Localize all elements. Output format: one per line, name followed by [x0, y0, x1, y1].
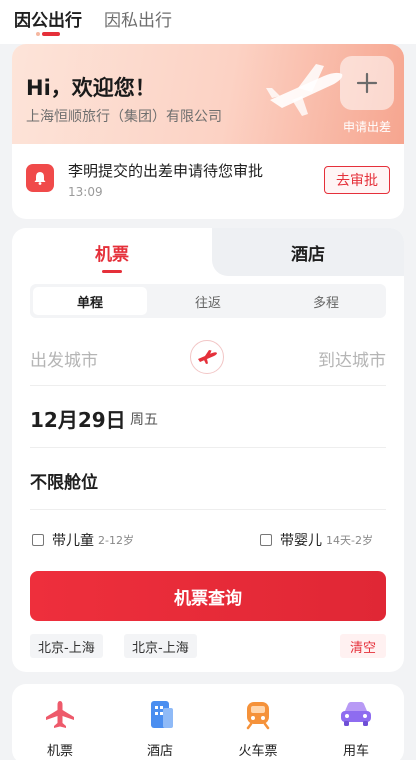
trip-one-way[interactable]: 单程 — [33, 287, 147, 315]
trip-type-selector: 单程 往返 多程 — [30, 284, 386, 318]
hotel-icon — [142, 696, 178, 732]
with-infant-checkbox[interactable]: 带婴儿 14天-2岁 — [260, 530, 373, 550]
tab-business-travel[interactable]: 因公出行 — [14, 6, 82, 31]
passenger-options: 带儿童 2-12岁 带婴儿 14天-2岁 — [30, 522, 386, 556]
top-tabs: 因公出行 因私出行 — [0, 0, 416, 44]
company-name: 上海恒顺旅行（集团）有限公司 — [26, 109, 222, 125]
booking-tabs: 机票 酒店 — [12, 228, 404, 276]
nav-flight-label: 机票 — [46, 744, 73, 759]
approve-button[interactable]: 去审批 — [324, 166, 390, 194]
checkbox-icon — [32, 534, 44, 546]
city-row: 出发城市 到达城市 — [30, 328, 386, 386]
with-infant-age: 14天-2岁 — [326, 534, 373, 547]
nav-train-label: 火车票 — [238, 744, 278, 759]
airplane-illustration-icon — [266, 64, 343, 116]
nav-car[interactable]: 用车 — [316, 696, 396, 759]
trip-round-trip[interactable]: 往返 — [151, 287, 265, 315]
train-icon — [240, 696, 276, 732]
cabin-class-value: 不限舱位 — [30, 473, 98, 493]
welcome-banner: Hi，欢迎您！ 上海恒顺旅行（集团）有限公司 申请出差 李明提交的出差申请待您审… — [12, 44, 404, 219]
add-icon — [340, 56, 394, 110]
swap-cities-button[interactable] — [190, 340, 224, 374]
checkbox-icon — [260, 534, 272, 546]
tab-flight[interactable]: 机票 — [12, 228, 212, 276]
nav-hotel[interactable]: 酒店 — [120, 696, 200, 759]
plane-swap-icon — [198, 350, 217, 364]
departure-weekday: 周五 — [130, 412, 158, 428]
with-infant-label: 带婴儿 — [280, 533, 322, 549]
tab-flight-indicator — [102, 270, 122, 273]
nav-train[interactable]: 火车票 — [218, 696, 298, 759]
plane-icon — [42, 696, 78, 732]
history-item[interactable]: 北京-上海 — [124, 634, 197, 658]
arrival-city-field[interactable]: 到达城市 — [318, 346, 386, 371]
service-nav: 机票 酒店 火车票 用车 — [12, 684, 404, 760]
notice-message: 李明提交的出差申请待您审批 — [68, 162, 264, 180]
notice-time: 13:09 — [68, 185, 103, 199]
greeting-text: Hi，欢迎您！ — [26, 76, 156, 100]
tab-private-travel[interactable]: 因私出行 — [104, 6, 172, 31]
car-icon — [338, 696, 374, 732]
tab-hotel[interactable]: 酒店 — [212, 228, 404, 276]
tab-indicator — [36, 32, 60, 36]
trip-multi-city[interactable]: 多程 — [269, 287, 383, 315]
bell-icon — [26, 164, 54, 192]
search-history: 北京-上海 北京-上海 清空 — [30, 634, 386, 660]
apply-trip-button[interactable]: 申请出差 — [340, 56, 394, 146]
clear-history-button[interactable]: 清空 — [339, 634, 386, 658]
nav-hotel-label: 酒店 — [146, 744, 173, 759]
cabin-class-row[interactable]: 不限舱位 — [30, 448, 386, 510]
date-picker-row[interactable]: 12月29日 周五 — [30, 386, 386, 448]
with-child-label: 带儿童 — [52, 533, 94, 549]
apply-trip-label: 申请出差 — [342, 120, 391, 134]
nav-flight[interactable]: 机票 — [20, 696, 100, 759]
history-item[interactable]: 北京-上海 — [30, 634, 103, 658]
nav-car-label: 用车 — [342, 744, 369, 759]
booking-card: 机票 酒店 单程 往返 多程 出发城市 到达城市 12月29日 周五 不限舱位 … — [12, 228, 404, 672]
flight-search-button[interactable]: 机票查询 — [30, 571, 386, 621]
departure-city-field[interactable]: 出发城市 — [30, 346, 98, 371]
approval-notice: 李明提交的出差申请待您审批 13:09 去审批 — [12, 150, 404, 210]
with-child-age: 2-12岁 — [98, 534, 134, 547]
with-child-checkbox[interactable]: 带儿童 2-12岁 — [32, 530, 134, 550]
departure-date: 12月29日 — [30, 408, 126, 432]
